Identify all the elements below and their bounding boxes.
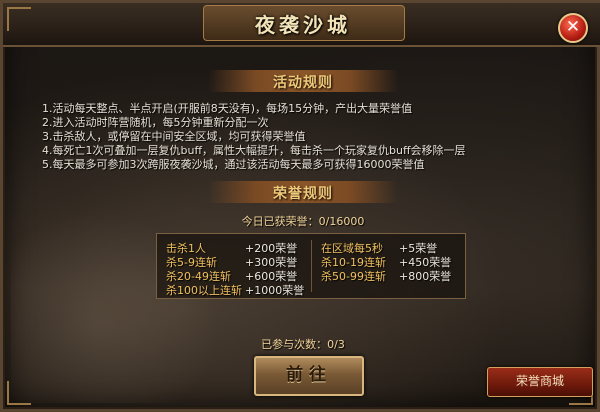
honor-rules-heading: 荣誉规则: [273, 186, 333, 202]
window-title: 夜袭沙城: [255, 13, 351, 37]
rule-line: 5.每天最多可参加3次跨服夜袭沙城，通过该活动每天最多可获得16000荣誉值: [42, 158, 425, 171]
night-raid-panel: 夜袭沙城 ✕ 活动规则 1.活动每天整点、半点开启(开服前8天没有)，每场15分…: [0, 0, 600, 412]
honor-table-divider: [311, 240, 312, 292]
honor-label: 杀50-99连斩: [321, 270, 386, 283]
honor-table: 击杀1人 +200荣誉 杀5-9连斩 +300荣誉 杀20-49连斩 +600荣…: [156, 233, 466, 299]
close-button[interactable]: ✕: [558, 13, 588, 43]
frame-corner: [7, 7, 31, 31]
honor-shop-button[interactable]: 荣誉商城: [487, 367, 593, 397]
activity-rules-heading: 活动规则: [273, 75, 333, 91]
honor-label: 杀100以上连斩: [166, 284, 242, 297]
frame-corner: [7, 381, 31, 405]
honor-value: +1000荣誉: [245, 284, 305, 297]
today-honor-counter: 今日已获荣誉：0/16000: [241, 215, 365, 228]
close-icon: ✕: [565, 17, 581, 37]
participation-counter: 已参与次数：0/3: [261, 338, 345, 351]
honor-value: +800荣誉: [399, 270, 452, 283]
go-button[interactable]: 前往: [254, 356, 364, 396]
